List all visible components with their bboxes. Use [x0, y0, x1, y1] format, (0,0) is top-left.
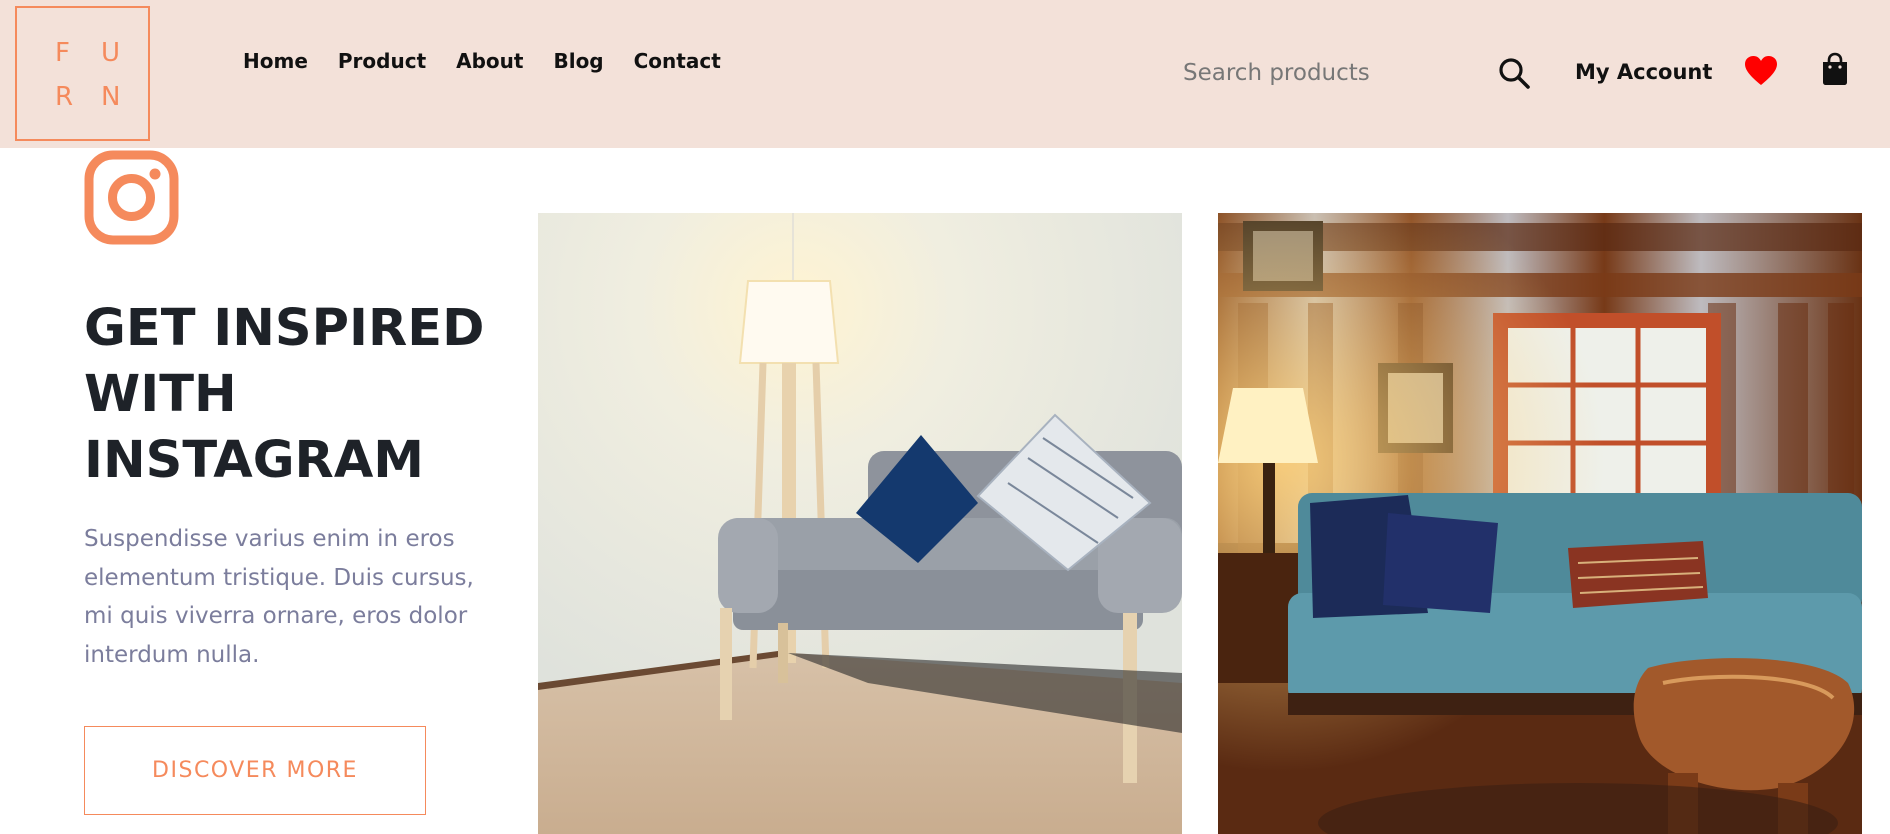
search-input[interactable] [1183, 54, 1453, 92]
logo-letter: N [101, 82, 121, 112]
main-nav: Home Product About Blog Contact [243, 49, 721, 73]
section-heading: GET INSPIRED WITH INSTAGRAM [84, 299, 485, 490]
site-header: F U R N Home Product About Blog Contact … [0, 0, 1890, 148]
log-cabin-blue-sofa-photo[interactable] [1218, 213, 1862, 834]
search-icon[interactable] [1497, 56, 1531, 90]
logo-letter: R [55, 82, 74, 112]
nav-home[interactable]: Home [243, 49, 308, 73]
shopping-bag-icon[interactable] [1820, 52, 1850, 86]
section-description: Suspendisse varius enim in eros elementu… [84, 526, 474, 668]
logo-letter: U [101, 38, 121, 68]
discover-more-button[interactable]: DISCOVER MORE [84, 726, 426, 815]
instagram-icon[interactable] [84, 150, 179, 245]
heart-icon[interactable] [1744, 55, 1778, 87]
my-account-link[interactable]: My Account [1575, 60, 1712, 84]
nav-contact[interactable]: Contact [634, 49, 721, 73]
nav-blog[interactable]: Blog [553, 49, 603, 73]
furn-logo[interactable]: F U R N [15, 6, 150, 141]
nav-about[interactable]: About [456, 49, 523, 73]
nav-product[interactable]: Product [338, 49, 426, 73]
living-room-gray-sofa-photo[interactable] [538, 213, 1182, 834]
logo-letter: F [55, 38, 70, 68]
